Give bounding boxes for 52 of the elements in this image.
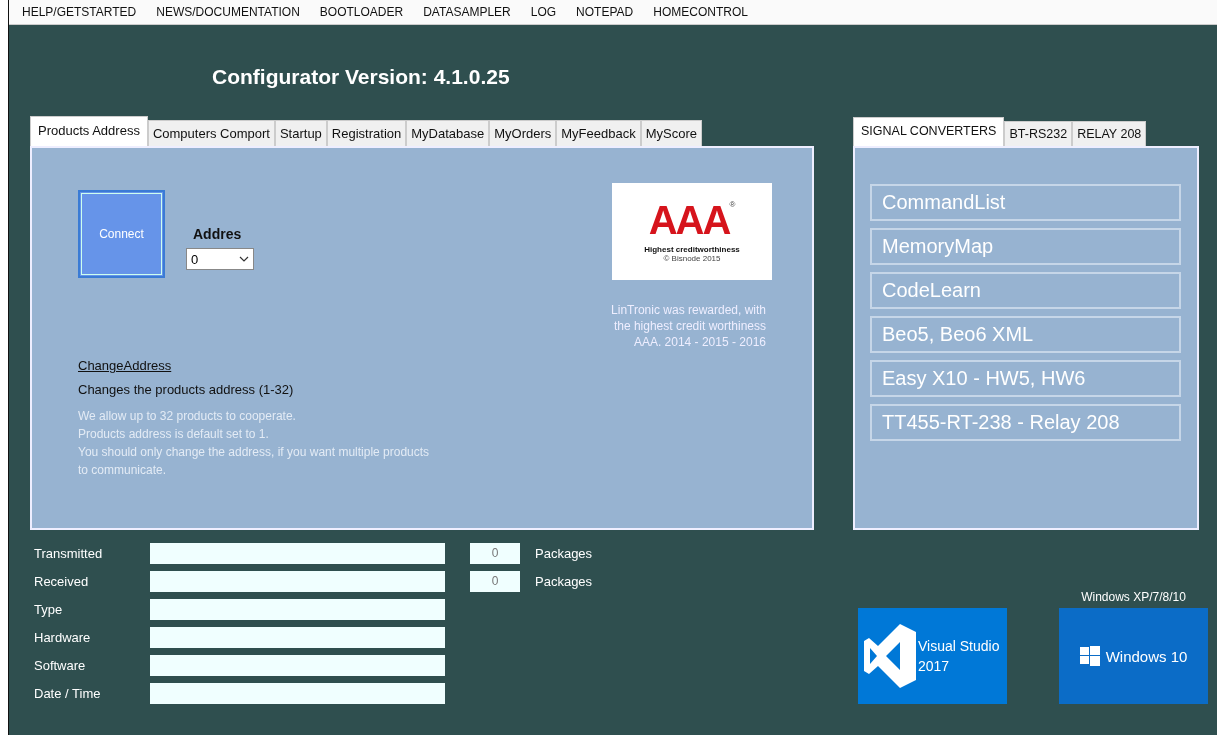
tab[interactable]: MyDatabase <box>406 120 490 146</box>
tab[interactable]: RELAY 208 <box>1072 121 1147 146</box>
chevron-down-icon <box>239 256 249 262</box>
count-field[interactable]: 0 <box>470 542 520 564</box>
field-label: Hardware <box>34 629 92 645</box>
tab[interactable]: Computers Comport <box>147 120 275 146</box>
tab[interactable]: MyOrders <box>489 120 557 146</box>
menu-item[interactable]: LOG <box>530 5 557 19</box>
badge-caption: Highest creditworthiness <box>644 245 740 254</box>
product-name: Visual Studio <box>918 637 1000 656</box>
tab[interactable]: Products Address <box>30 116 148 146</box>
input-field[interactable] <box>150 598 445 620</box>
tab[interactable]: SIGNAL CONVERTERS <box>853 117 1005 146</box>
tab[interactable]: BT-RS232 <box>1004 121 1073 146</box>
input-field[interactable] <box>150 654 445 676</box>
menu-item[interactable]: DATASAMPLER <box>423 5 511 19</box>
field-label: Received <box>34 573 90 589</box>
os-name: Windows 10 <box>1105 647 1188 665</box>
info-text: We allow up to 32 products to cooperate. Products address is default set to 1. You should only change the address, if you want multiple products to communicate. <box>78 408 431 479</box>
tab[interactable]: MyScore <box>640 120 702 146</box>
field-label: Transmitted <box>34 545 104 561</box>
field-label: Type <box>34 601 64 617</box>
tab[interactable]: Registration <box>326 120 407 146</box>
badge-mark: AAA <box>648 200 730 240</box>
menu-item[interactable]: HOMECONTROL <box>653 5 748 19</box>
badge-copyright: © Bisnode 2015 <box>663 254 721 263</box>
input-field[interactable] <box>150 570 445 592</box>
product-version: 2017 <box>918 657 951 676</box>
input-field[interactable] <box>150 626 445 648</box>
windows-logo-icon <box>1079 646 1100 666</box>
input-field[interactable] <box>150 682 445 704</box>
field-label: Date / Time <box>34 685 102 701</box>
tab[interactable]: MyFeedback <box>556 120 641 146</box>
address-dropdown[interactable]: 0 <box>186 248 254 270</box>
os-caption: Windows XP/7/8/10 <box>1081 590 1186 604</box>
tab[interactable]: Startup <box>274 120 327 146</box>
menu-item[interactable]: NOTEPAD <box>576 5 634 19</box>
count-field[interactable]: 0 <box>470 570 520 592</box>
change-address-description: Changes the products address (1-32) <box>78 382 295 397</box>
infinity-logo-icon <box>864 624 916 688</box>
unit-label: Packages <box>535 545 593 561</box>
award-text: LinTronic was rewarded, with the highest credit worthiness AAA. 2014 - 2015 - 2016 <box>611 302 766 350</box>
change-address-link[interactable]: ChangeAddress <box>78 358 172 373</box>
input-field[interactable] <box>150 542 445 564</box>
menu-item[interactable]: HELP/GETSTARTED <box>22 5 137 19</box>
registered-mark: ® <box>729 200 736 209</box>
address-label: Addres <box>193 226 243 242</box>
menu-item[interactable]: NEWS/DOCUMENTATION <box>156 5 300 19</box>
app-title: Configurator Version: 4.1.0.25 <box>211 64 511 90</box>
unit-label: Packages <box>535 573 593 589</box>
menu-item[interactable]: BOOTLOADER <box>319 5 404 19</box>
field-label: Software <box>34 657 87 673</box>
